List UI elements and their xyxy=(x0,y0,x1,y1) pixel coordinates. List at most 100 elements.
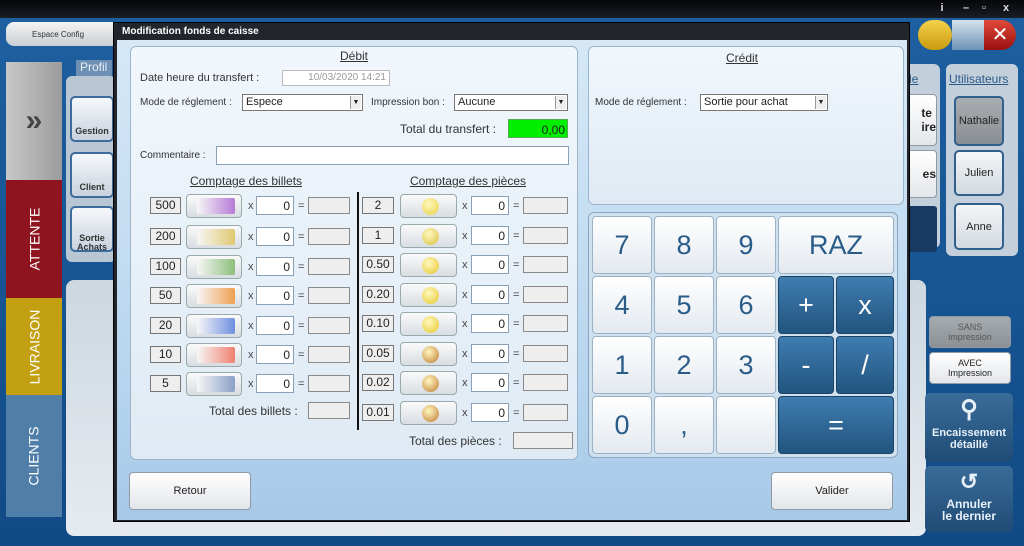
coin-icon xyxy=(422,198,439,215)
key-7[interactable]: 7 xyxy=(592,216,652,274)
key-3[interactable]: 3 xyxy=(716,336,776,394)
user-julien[interactable]: Julien xyxy=(954,150,1004,196)
tab-livraison[interactable]: LIVRAISON xyxy=(6,298,62,395)
gestion-button[interactable]: Gestion xyxy=(70,96,114,142)
app-minimize-button[interactable] xyxy=(918,20,952,50)
key--[interactable]: - xyxy=(778,336,834,394)
coin-icon xyxy=(422,228,439,245)
coin-subtotal xyxy=(523,404,568,421)
bill-quantity-input[interactable]: 0 xyxy=(256,257,294,276)
total-label: Total du transfert : xyxy=(400,122,497,136)
comment-input[interactable] xyxy=(216,146,569,165)
close-icon[interactable]: x xyxy=(998,2,1014,14)
bill-subtotal xyxy=(308,197,350,214)
minimize-icon[interactable]: – xyxy=(958,2,974,14)
tab-clients[interactable]: CLIENTS xyxy=(6,395,62,517)
bill-quantity-input[interactable]: 0 xyxy=(256,227,294,246)
mode-select[interactable]: Espece ▼ xyxy=(242,94,363,111)
coin-quantity-input[interactable]: 0 xyxy=(471,403,509,422)
coin-quantity-input[interactable]: 0 xyxy=(471,344,509,363)
bill-quantity-input[interactable]: 0 xyxy=(256,374,294,393)
coin-quantity-input[interactable]: 0 xyxy=(471,255,509,274)
coin-button[interactable] xyxy=(400,194,457,218)
coin-quantity-input[interactable]: 0 xyxy=(471,196,509,215)
coin-quantity-input[interactable]: 0 xyxy=(471,314,509,333)
times-sign: x xyxy=(248,320,254,332)
bill-button[interactable] xyxy=(186,284,242,308)
encaissement-label: Encaissement détaillé xyxy=(932,427,1006,451)
impression-select[interactable]: Aucune ▼ xyxy=(454,94,568,111)
bills-total-value xyxy=(308,402,350,419)
avec-impression-button[interactable]: AVEC Impression xyxy=(929,352,1011,384)
banknote-icon xyxy=(197,198,235,214)
espace-config-tab[interactable]: Espace Config xyxy=(6,22,126,46)
key-9[interactable]: 9 xyxy=(716,216,776,274)
bill-quantity-input[interactable]: 0 xyxy=(256,316,294,335)
times-sign: x xyxy=(462,230,468,242)
coin-quantity-input[interactable]: 0 xyxy=(471,226,509,245)
app-close-button[interactable]: ✕ xyxy=(984,20,1016,50)
bill-button[interactable] xyxy=(186,255,242,279)
info-icon[interactable]: i xyxy=(934,2,950,14)
retour-button[interactable]: Retour xyxy=(129,472,251,510)
bill-button[interactable] xyxy=(186,194,242,218)
coin-button[interactable] xyxy=(400,224,457,248)
key-RAZ[interactable]: RAZ xyxy=(778,216,894,274)
bills-title: Comptage des billets xyxy=(189,174,303,188)
bill-quantity-input[interactable]: 0 xyxy=(256,196,294,215)
valider-button[interactable]: Valider xyxy=(771,472,893,510)
comment-label: Commentaire : xyxy=(140,150,206,161)
bill-quantity-input[interactable]: 0 xyxy=(256,345,294,364)
expand-chevron-button[interactable]: » xyxy=(6,62,62,180)
coin-quantity-input[interactable]: 0 xyxy=(471,285,509,304)
coin-button[interactable] xyxy=(400,342,457,366)
equals-sign: = xyxy=(513,318,520,330)
key-2[interactable]: 2 xyxy=(654,336,714,394)
key-6[interactable]: 6 xyxy=(716,276,776,334)
app-maximize-button[interactable] xyxy=(952,20,984,50)
coin-icon xyxy=(422,316,439,333)
sortie-achats-button[interactable]: Sortie Achats xyxy=(70,206,114,252)
bill-button[interactable] xyxy=(186,343,242,367)
chevron-down-icon: ▼ xyxy=(815,96,826,109)
coin-denomination: 0.02 xyxy=(362,374,394,391)
key-/[interactable]: / xyxy=(836,336,894,394)
coin-button[interactable] xyxy=(400,283,457,307)
coin-icon xyxy=(422,346,439,363)
coin-button[interactable] xyxy=(400,253,457,277)
coin-denomination: 0.10 xyxy=(362,315,394,332)
bill-button[interactable] xyxy=(186,314,242,338)
user-nathalie[interactable]: Nathalie xyxy=(954,96,1004,146)
bill-button[interactable] xyxy=(186,372,242,396)
bill-quantity-input[interactable]: 0 xyxy=(256,286,294,305)
coin-subtotal xyxy=(523,256,568,273)
restore-icon[interactable]: ▫ xyxy=(976,2,992,14)
key-,[interactable]: , xyxy=(654,396,714,454)
coin-button[interactable] xyxy=(400,371,457,395)
sans-impression-button[interactable]: SANS impression xyxy=(929,316,1011,348)
times-sign: x xyxy=(462,377,468,389)
credit-mode-select[interactable]: Sortie pour achat ▼ xyxy=(700,94,828,111)
bill-button[interactable] xyxy=(186,225,242,249)
user-anne[interactable]: Anne xyxy=(954,203,1004,250)
coin-button[interactable] xyxy=(400,401,457,425)
key-8[interactable]: 8 xyxy=(654,216,714,274)
key-0[interactable]: 0 xyxy=(592,396,652,454)
encaissement-detaille-button[interactable]: ⚲ Encaissement détaillé xyxy=(925,393,1013,462)
coins-total-label: Total des pièces : xyxy=(409,434,502,448)
coin-button[interactable] xyxy=(400,312,457,336)
key-x[interactable]: x xyxy=(836,276,894,334)
annuler-dernier-button[interactable]: ↺ Annuler le dernier xyxy=(925,466,1013,532)
key-+[interactable]: + xyxy=(778,276,834,334)
key-blank[interactable] xyxy=(716,396,776,454)
bill-denomination: 100 xyxy=(150,258,181,275)
profil-tab[interactable]: Profil xyxy=(76,60,112,76)
client-button[interactable]: Client xyxy=(70,152,114,198)
coin-quantity-input[interactable]: 0 xyxy=(471,373,509,392)
banknote-icon xyxy=(197,318,235,334)
key-4[interactable]: 4 xyxy=(592,276,652,334)
tab-attente[interactable]: ATTENTE xyxy=(6,180,62,298)
key-=[interactable]: = xyxy=(778,396,894,454)
key-1[interactable]: 1 xyxy=(592,336,652,394)
key-5[interactable]: 5 xyxy=(654,276,714,334)
